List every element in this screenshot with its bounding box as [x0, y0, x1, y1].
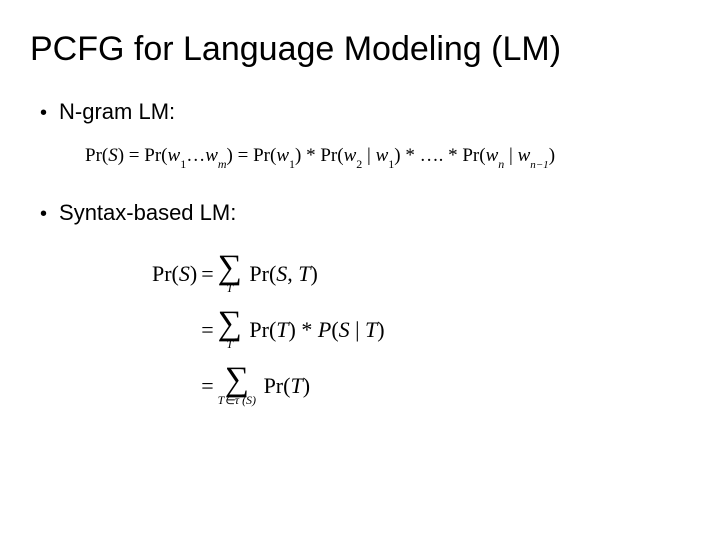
t: w: [276, 145, 289, 166]
t: T: [276, 317, 288, 342]
slide-title: PCFG for Language Modeling (LM): [30, 30, 690, 69]
bullet-ngram-label: N-gram LM:: [59, 99, 175, 125]
t: …: [186, 145, 205, 166]
t: 1: [180, 157, 186, 171]
t: 2: [356, 157, 362, 171]
t: ): [190, 261, 197, 286]
formula-row-2: = ∑ T Pr(T) * P(S | T): [150, 302, 387, 358]
slide: PCFG for Language Modeling (LM) • N-gram…: [0, 0, 720, 540]
bullet-syntax: • Syntax-based LM:: [40, 200, 690, 226]
t: Pr(: [320, 145, 343, 166]
t: |: [362, 145, 375, 166]
t: 1: [289, 157, 295, 171]
formula-ngram: Pr(S) = Pr(w1…wm) = Pr(w1) * Pr(w2 | w1)…: [85, 145, 690, 170]
t: T: [226, 282, 233, 294]
t: Pr(: [152, 261, 179, 286]
t: * …. *: [401, 145, 463, 166]
t: T: [290, 373, 302, 398]
t: w: [344, 145, 357, 166]
bullet-ngram: • N-gram LM:: [40, 99, 690, 125]
bullet-dot-icon: •: [40, 103, 47, 123]
t: (: [331, 317, 338, 342]
t: Pr(: [249, 261, 276, 286]
t: ): [377, 317, 384, 342]
t: 1: [388, 157, 394, 171]
formula-row-3: = ∑ T∈τ (S) Pr(T): [150, 358, 387, 414]
t: S: [339, 317, 350, 342]
t: Pr(: [264, 373, 291, 398]
t: w: [518, 145, 531, 166]
t: S: [179, 261, 190, 286]
sigma-icon: ∑ T∈τ (S): [218, 366, 256, 406]
t: ): [311, 261, 318, 286]
t: =: [201, 261, 213, 286]
t: w: [376, 145, 389, 166]
t: =: [201, 373, 213, 398]
t: T: [298, 261, 310, 286]
t: n: [498, 157, 504, 171]
t: =: [201, 317, 213, 342]
t: Pr(: [249, 317, 276, 342]
t: Pr(: [85, 145, 108, 166]
t: m: [218, 157, 227, 171]
t: n−1: [530, 159, 548, 171]
sigma-icon: ∑ T: [218, 310, 242, 350]
bullet-dot-icon: •: [40, 204, 47, 224]
formula-row-1: Pr(S) = ∑ T Pr(S, T): [150, 246, 387, 302]
t: T: [365, 317, 377, 342]
t: w: [205, 145, 218, 166]
t: T: [226, 338, 233, 350]
t: ): [303, 373, 310, 398]
t: Pr(: [462, 145, 485, 166]
t: ) = Pr(: [227, 145, 277, 166]
sigma-icon: ∑ T: [218, 254, 242, 294]
t: *: [301, 145, 320, 166]
t: w: [168, 145, 181, 166]
t: |: [504, 145, 517, 166]
t: P: [318, 317, 331, 342]
t: ) = Pr(: [118, 145, 168, 166]
t: w: [486, 145, 499, 166]
t: ) *: [289, 317, 318, 342]
t: S: [276, 261, 287, 286]
formula-syntax: Pr(S) = ∑ T Pr(S, T) = ∑ T: [150, 246, 387, 414]
t: ): [549, 145, 555, 166]
bullet-syntax-label: Syntax-based LM:: [59, 200, 236, 226]
t: ,: [287, 261, 298, 286]
t: T∈τ (S): [218, 394, 256, 406]
t: |: [350, 317, 365, 342]
t: S: [108, 145, 118, 166]
